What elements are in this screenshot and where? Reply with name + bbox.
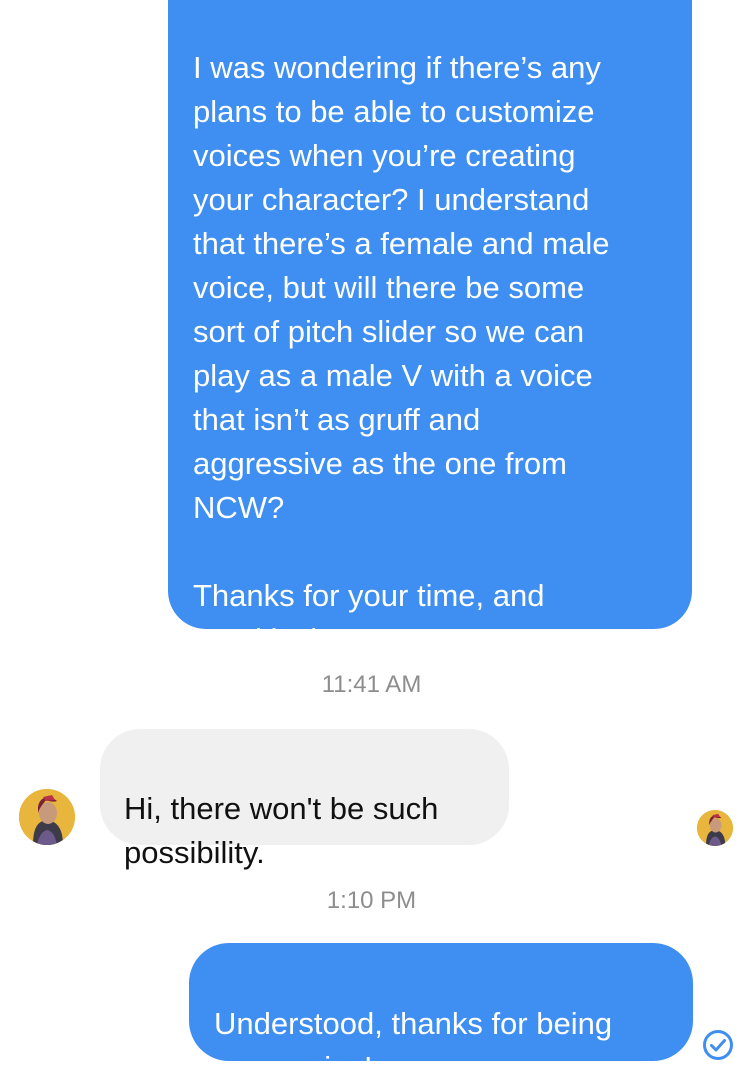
incoming-message-bubble[interactable]: Hi, there won't be such possibility. [100, 729, 509, 870]
message-text: Hi, there won't be such possibility. [124, 791, 439, 870]
timestamp: 1:10 PM [326, 887, 417, 914]
delivered-check-icon [702, 1029, 734, 1061]
outgoing-message-bubble[interactable]: I was wondering if there’s any plans to … [168, 0, 692, 657]
timestamp: 11:41 AM [321, 671, 422, 698]
read-receipt-avatar-icon [697, 810, 733, 846]
message-text: Understood, thanks for being responsive! [214, 1006, 613, 1085]
message-text: I was wondering if there’s any plans to … [193, 50, 610, 657]
outgoing-message-bubble[interactable]: Understood, thanks for being responsive! [189, 943, 693, 1085]
contact-avatar-icon[interactable] [19, 789, 75, 845]
